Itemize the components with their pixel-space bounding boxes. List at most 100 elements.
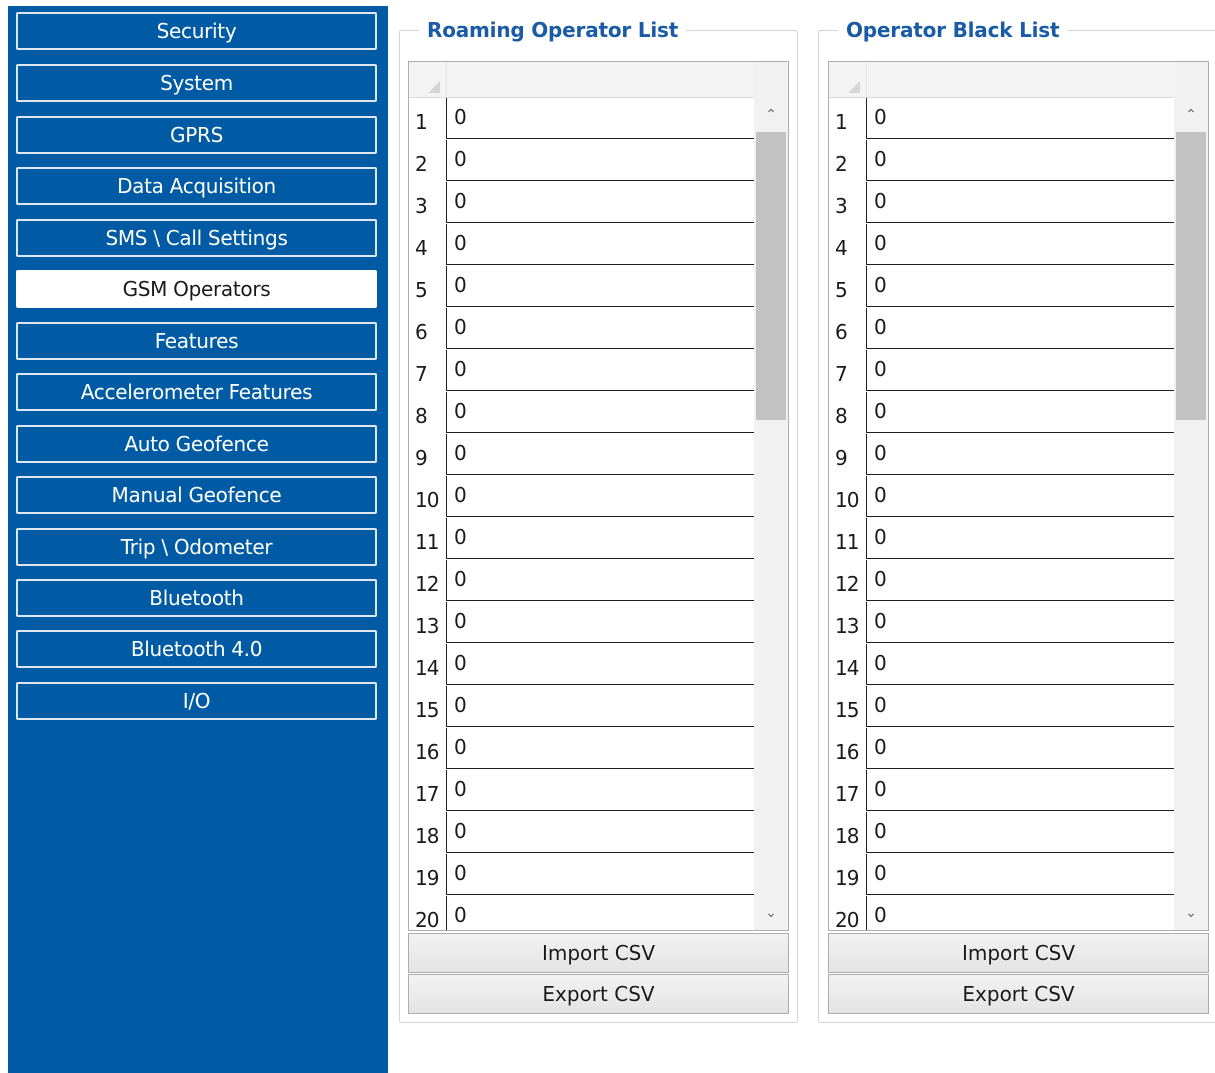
operator-code-cell[interactable]: 0 — [866, 602, 1176, 643]
row-number: 11 — [835, 530, 859, 554]
table-row: 10 — [829, 98, 1176, 140]
operator-code-cell[interactable]: 0 — [866, 812, 1176, 853]
table-row: 19 0 — [409, 854, 756, 896]
operator-code-cell[interactable]: 0 — [446, 98, 756, 139]
operator-code-cell[interactable]: 0 — [446, 896, 756, 930]
roaming-import-csv-button[interactable]: Import CSV — [408, 933, 789, 973]
scroll-thumb[interactable] — [756, 132, 786, 420]
operator-code-cell[interactable]: 0 — [866, 854, 1176, 895]
row-number: 13 — [835, 614, 859, 638]
vertical-scrollbar[interactable]: ⌃ ⌄ — [1174, 62, 1208, 930]
operator-code-cell[interactable]: 0 — [866, 476, 1176, 517]
operator-code-cell[interactable]: 0 — [446, 266, 756, 307]
button-label: Import CSV — [961, 941, 1076, 965]
operator-code-cell[interactable]: 0 — [446, 854, 756, 895]
operator-code-cell[interactable]: 0 — [866, 770, 1176, 811]
operator-code-cell[interactable]: 0 — [866, 350, 1176, 391]
select-all-corner-icon[interactable] — [428, 81, 440, 93]
roaming-export-csv-button[interactable]: Export CSV — [408, 974, 789, 1014]
nav-io[interactable]: I/O — [16, 682, 377, 720]
row-number: 3 — [835, 194, 848, 218]
operator-code-cell[interactable]: 0 — [446, 560, 756, 601]
nav-gsm-operators[interactable]: GSM Operators — [16, 270, 377, 308]
nav-accelerometer-features[interactable]: Accelerometer Features — [16, 373, 377, 411]
operator-code-cell[interactable]: 0 — [446, 224, 756, 265]
nav-gprs[interactable]: GPRS — [16, 116, 377, 154]
scroll-thumb[interactable] — [1176, 132, 1206, 420]
row-number: 1 — [415, 110, 428, 134]
table-row: 16 0 — [829, 728, 1176, 770]
chevron-up-icon[interactable]: ⌃ — [1174, 98, 1208, 132]
blacklist-import-csv-button[interactable]: Import CSV — [828, 933, 1209, 973]
nav-system[interactable]: System — [16, 64, 377, 102]
grid-header — [409, 62, 755, 98]
row-number: 3 — [415, 194, 428, 218]
operator-code-cell[interactable]: 0 — [446, 812, 756, 853]
operator-code-cell[interactable]: 0 — [866, 224, 1176, 265]
operator-code-cell[interactable]: 0 — [446, 686, 756, 727]
nav-auto-geofence[interactable]: Auto Geofence — [16, 425, 377, 463]
operator-code-cell[interactable]: 0 — [866, 182, 1176, 223]
operator-code-cell[interactable]: 0 — [446, 392, 756, 433]
nav-label: Security — [156, 19, 237, 43]
nav-label: Accelerometer Features — [80, 380, 313, 404]
nav-label: Features — [154, 329, 239, 353]
operator-code-cell[interactable]: 0 — [866, 392, 1176, 433]
select-all-corner-icon[interactable] — [848, 81, 860, 93]
operator-code-cell[interactable]: 0 — [866, 686, 1176, 727]
operator-code-cell[interactable]: 0 — [866, 434, 1176, 475]
table-row: 60 — [409, 308, 756, 350]
table-row: 10 0 — [409, 476, 756, 518]
operator-code-cell[interactable]: 0 — [866, 140, 1176, 181]
table-row: 20 — [409, 140, 756, 182]
chevron-down-icon[interactable]: ⌄ — [754, 896, 788, 930]
nav-manual-geofence[interactable]: Manual Geofence — [16, 476, 377, 514]
operator-code-cell[interactable]: 0 — [866, 98, 1176, 139]
operator-code-cell[interactable]: 0 — [446, 518, 756, 559]
row-number: 14 — [835, 656, 859, 680]
table-row: 11 0 — [829, 518, 1176, 560]
operator-code-cell[interactable]: 0 — [866, 644, 1176, 685]
chevron-up-icon[interactable]: ⌃ — [754, 98, 788, 132]
nav-data-acquisition[interactable]: Data Acquisition — [16, 167, 377, 205]
operator-code-cell[interactable]: 0 — [446, 434, 756, 475]
operator-code-cell[interactable]: 0 — [446, 476, 756, 517]
operator-code-cell[interactable]: 0 — [446, 350, 756, 391]
operator-code-cell[interactable]: 0 — [866, 518, 1176, 559]
operator-code-cell[interactable]: 0 — [446, 770, 756, 811]
table-row: 14 0 — [409, 644, 756, 686]
vertical-scrollbar[interactable]: ⌃ ⌄ — [754, 62, 788, 930]
operator-code-cell[interactable]: 0 — [866, 728, 1176, 769]
operator-code-cell[interactable]: 0 — [446, 728, 756, 769]
nav-features[interactable]: Features — [16, 322, 377, 360]
table-row: 30 — [409, 182, 756, 224]
table-row: 70 — [829, 350, 1176, 392]
nav-bluetooth-4[interactable]: Bluetooth 4.0 — [16, 630, 377, 668]
operator-code-cell[interactable]: 0 — [446, 308, 756, 349]
operator-code-cell[interactable]: 0 — [446, 602, 756, 643]
row-number: 2 — [415, 152, 428, 176]
operator-blacklist-title: Operator Black List — [838, 19, 1068, 41]
operator-code-cell[interactable]: 0 — [446, 140, 756, 181]
table-row: 15 0 — [829, 686, 1176, 728]
nav-sms-call-settings[interactable]: SMS \ Call Settings — [16, 219, 377, 257]
nav-label: Bluetooth 4.0 — [130, 637, 263, 661]
blacklist-export-csv-button[interactable]: Export CSV — [828, 974, 1209, 1014]
grid-rows: 1 0 2 0 3 0 4 0 5 0 6 0 7 0 8 0 9 0 10 0 11 0 12 0 13 0 14 0 15 0 16 0 1… — [829, 98, 1176, 930]
table-row: 16 0 — [409, 728, 756, 770]
nav-bluetooth[interactable]: Bluetooth — [16, 579, 377, 617]
nav-security[interactable]: Security — [16, 12, 377, 50]
operator-code-cell[interactable]: 0 — [446, 644, 756, 685]
operator-code-cell[interactable]: 0 — [866, 896, 1176, 930]
table-row: 30 — [829, 182, 1176, 224]
table-row: 13 0 — [829, 602, 1176, 644]
operator-code-cell[interactable]: 0 — [866, 560, 1176, 601]
operator-code-cell[interactable]: 0 — [866, 266, 1176, 307]
table-row: 17 0 — [409, 770, 756, 812]
row-number: 10 — [415, 488, 439, 512]
operator-code-cell[interactable]: 0 — [866, 308, 1176, 349]
nav-trip-odometer[interactable]: Trip \ Odometer — [16, 528, 377, 566]
operator-code-cell[interactable]: 0 — [446, 182, 756, 223]
row-number: 6 — [415, 320, 428, 344]
chevron-down-icon[interactable]: ⌄ — [1174, 896, 1208, 930]
